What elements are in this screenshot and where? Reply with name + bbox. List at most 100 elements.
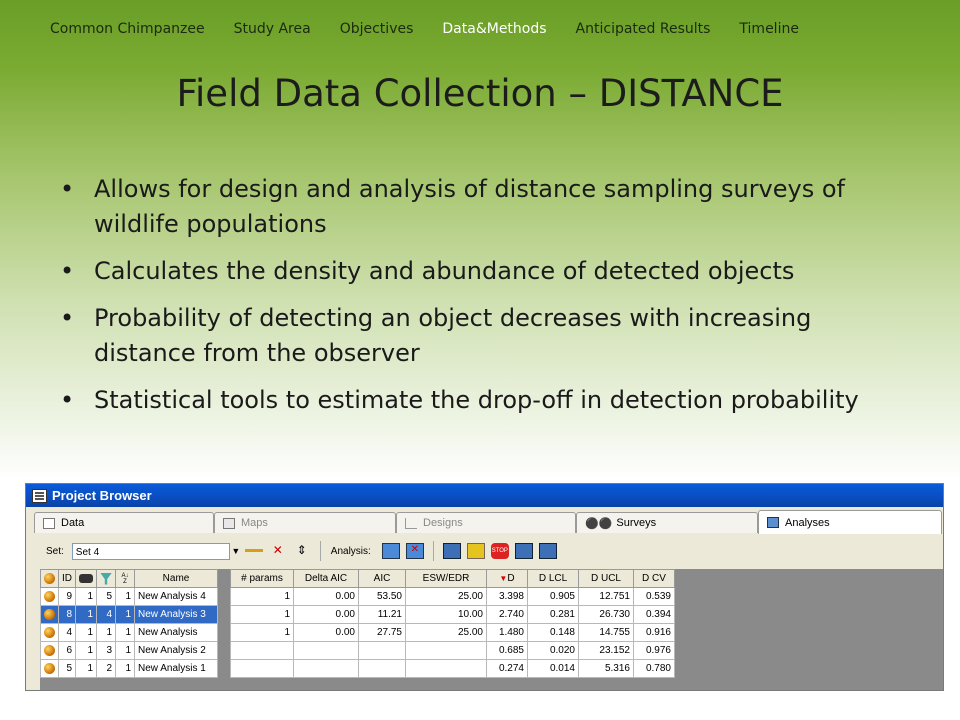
cell: 1 bbox=[75, 659, 97, 678]
result-cell: 0.281 bbox=[527, 605, 579, 624]
view-results-icon[interactable] bbox=[442, 543, 461, 559]
nav-timeline[interactable]: Timeline bbox=[739, 21, 799, 37]
table-row[interactable]: 0.274 0.014 5.316 0.780 bbox=[230, 659, 675, 678]
chevron-down-icon[interactable]: ▼ bbox=[230, 546, 242, 556]
tab-label: Maps bbox=[241, 517, 268, 529]
designs-tab-icon bbox=[405, 517, 417, 529]
move-set-icon[interactable]: ⇕ bbox=[293, 543, 311, 559]
analysis-browser-icon[interactable] bbox=[514, 543, 533, 559]
table-row[interactable]: 1 0.00 27.75 25.00 1.480 0.148 14.755 0.916 bbox=[230, 623, 675, 642]
result-cell: 1 bbox=[230, 623, 294, 642]
results-column-header[interactable]: ▼D bbox=[486, 569, 528, 588]
status-cell bbox=[40, 623, 59, 642]
tab-surveys[interactable]: ⚫⚫ Surveys bbox=[576, 512, 758, 533]
analysis-grid: ID A↓ Z Name 9 1 5 1 New Analysis 4 8 1 4 1 New An… bbox=[40, 569, 943, 690]
header-label: # params bbox=[241, 573, 283, 584]
name-header[interactable]: Name bbox=[134, 569, 218, 588]
status-cell bbox=[40, 659, 59, 678]
set-label: Set: bbox=[46, 545, 64, 557]
new-set-icon[interactable] bbox=[244, 543, 263, 559]
results-column-header[interactable]: ESW/EDR bbox=[405, 569, 487, 588]
result-cell: 0.274 bbox=[486, 659, 528, 678]
nav-objectives[interactable]: Objectives bbox=[340, 21, 414, 37]
cell: 1 bbox=[75, 641, 97, 660]
result-cell: 0.020 bbox=[527, 641, 579, 660]
result-cell: 0.00 bbox=[293, 605, 359, 624]
run-analysis-icon[interactable] bbox=[466, 543, 485, 559]
result-cell bbox=[230, 659, 294, 678]
project-browser-window: Project Browser Data Maps Designs ⚫⚫ Sur… bbox=[25, 483, 944, 691]
filter-header[interactable] bbox=[96, 569, 116, 588]
table-row[interactable]: 9 1 5 1 New Analysis 4 bbox=[40, 587, 218, 606]
results-column-header[interactable]: D LCL bbox=[527, 569, 579, 588]
result-cell bbox=[358, 659, 406, 678]
bullet-item: Calculates the density and abundance of … bbox=[60, 254, 920, 289]
stop-icon[interactable]: STOP bbox=[490, 543, 509, 559]
table-row[interactable]: 8 1 4 1 New Analysis 3 bbox=[40, 605, 218, 624]
tab-designs[interactable]: Designs bbox=[396, 512, 576, 533]
nav-data-methods[interactable]: Data&Methods bbox=[442, 21, 546, 37]
table-row[interactable]: 1 0.00 53.50 25.00 3.398 0.905 12.751 0.539 bbox=[230, 587, 675, 606]
tab-analyses[interactable]: Analyses bbox=[758, 510, 942, 534]
result-cell bbox=[358, 641, 406, 660]
header-label: D LCL bbox=[538, 573, 568, 584]
nav-study-area[interactable]: Study Area bbox=[234, 21, 311, 37]
binoculars-icon: ⚫⚫ bbox=[585, 517, 613, 530]
results-column-header[interactable]: D UCL bbox=[578, 569, 634, 588]
results-column-header[interactable]: AIC bbox=[358, 569, 406, 588]
result-cell bbox=[293, 641, 359, 660]
window-title: Project Browser bbox=[52, 488, 152, 503]
bullet-item: Statistical tools to estimate the drop-o… bbox=[60, 383, 920, 418]
filter-icon bbox=[100, 572, 112, 585]
table-row[interactable]: 5 1 2 1 New Analysis 1 bbox=[40, 659, 218, 678]
cell: 1 bbox=[115, 587, 135, 606]
result-cell: 23.152 bbox=[578, 641, 634, 660]
set-select[interactable]: Set 4 bbox=[71, 542, 230, 560]
result-cell: 0.685 bbox=[486, 641, 528, 660]
table-row[interactable]: 4 1 1 1 New Analysis bbox=[40, 623, 218, 642]
status-cell bbox=[40, 605, 59, 624]
cell: 1 bbox=[75, 587, 97, 606]
new-analysis-icon[interactable] bbox=[381, 543, 400, 559]
binoculars-header[interactable] bbox=[75, 569, 97, 588]
result-cell: 1 bbox=[230, 605, 294, 624]
bullet-list: Allows for design and analysis of distan… bbox=[60, 172, 920, 430]
results-column-header[interactable]: D CV bbox=[633, 569, 675, 588]
cell: 1 bbox=[115, 623, 135, 642]
tab-data[interactable]: Data bbox=[34, 512, 214, 533]
table-row[interactable]: 6 1 3 1 New Analysis 2 bbox=[40, 641, 218, 660]
status-header[interactable] bbox=[40, 569, 59, 588]
nav-common-chimpanzee[interactable]: Common Chimpanzee bbox=[50, 21, 205, 37]
name-cell: New Analysis 1 bbox=[134, 659, 218, 678]
cell: 4 bbox=[96, 605, 116, 624]
cell: 1 bbox=[115, 641, 135, 660]
columns-icon[interactable] bbox=[538, 543, 557, 559]
header-label: D CV bbox=[642, 573, 666, 584]
delete-set-icon[interactable]: ✕ bbox=[269, 543, 287, 559]
nav-anticipated-results[interactable]: Anticipated Results bbox=[576, 21, 711, 37]
result-cell: 3.398 bbox=[486, 587, 528, 606]
results-column-header[interactable]: # params bbox=[230, 569, 294, 588]
toolbar-divider bbox=[432, 541, 434, 561]
result-cell: 2.740 bbox=[486, 605, 528, 624]
table-row[interactable]: 1 0.00 11.21 10.00 2.740 0.281 26.730 0.394 bbox=[230, 605, 675, 624]
name-cell: New Analysis 2 bbox=[134, 641, 218, 660]
window-titlebar[interactable]: Project Browser bbox=[26, 484, 943, 507]
cell: 1 bbox=[115, 605, 135, 624]
results-column-header[interactable]: Delta AIC bbox=[293, 569, 359, 588]
slide-nav: Common Chimpanzee Study Area Objectives … bbox=[50, 21, 828, 37]
tab-label: Surveys bbox=[616, 517, 657, 529]
cell: 2 bbox=[96, 659, 116, 678]
result-cell: 25.00 bbox=[405, 623, 487, 642]
result-cell: 0.539 bbox=[633, 587, 675, 606]
cell: 1 bbox=[115, 659, 135, 678]
sort-header[interactable]: A↓ Z bbox=[115, 569, 135, 588]
delete-analysis-icon[interactable]: ✕ bbox=[405, 543, 424, 559]
id-header[interactable]: ID bbox=[58, 569, 76, 588]
table-row[interactable]: 0.685 0.020 23.152 0.976 bbox=[230, 641, 675, 660]
tab-maps[interactable]: Maps bbox=[214, 512, 396, 533]
result-cell: 27.75 bbox=[358, 623, 406, 642]
tab-label: Designs bbox=[423, 517, 463, 529]
analysis-status-icon bbox=[44, 644, 55, 656]
sort-icon: A↓ Z bbox=[121, 572, 129, 585]
